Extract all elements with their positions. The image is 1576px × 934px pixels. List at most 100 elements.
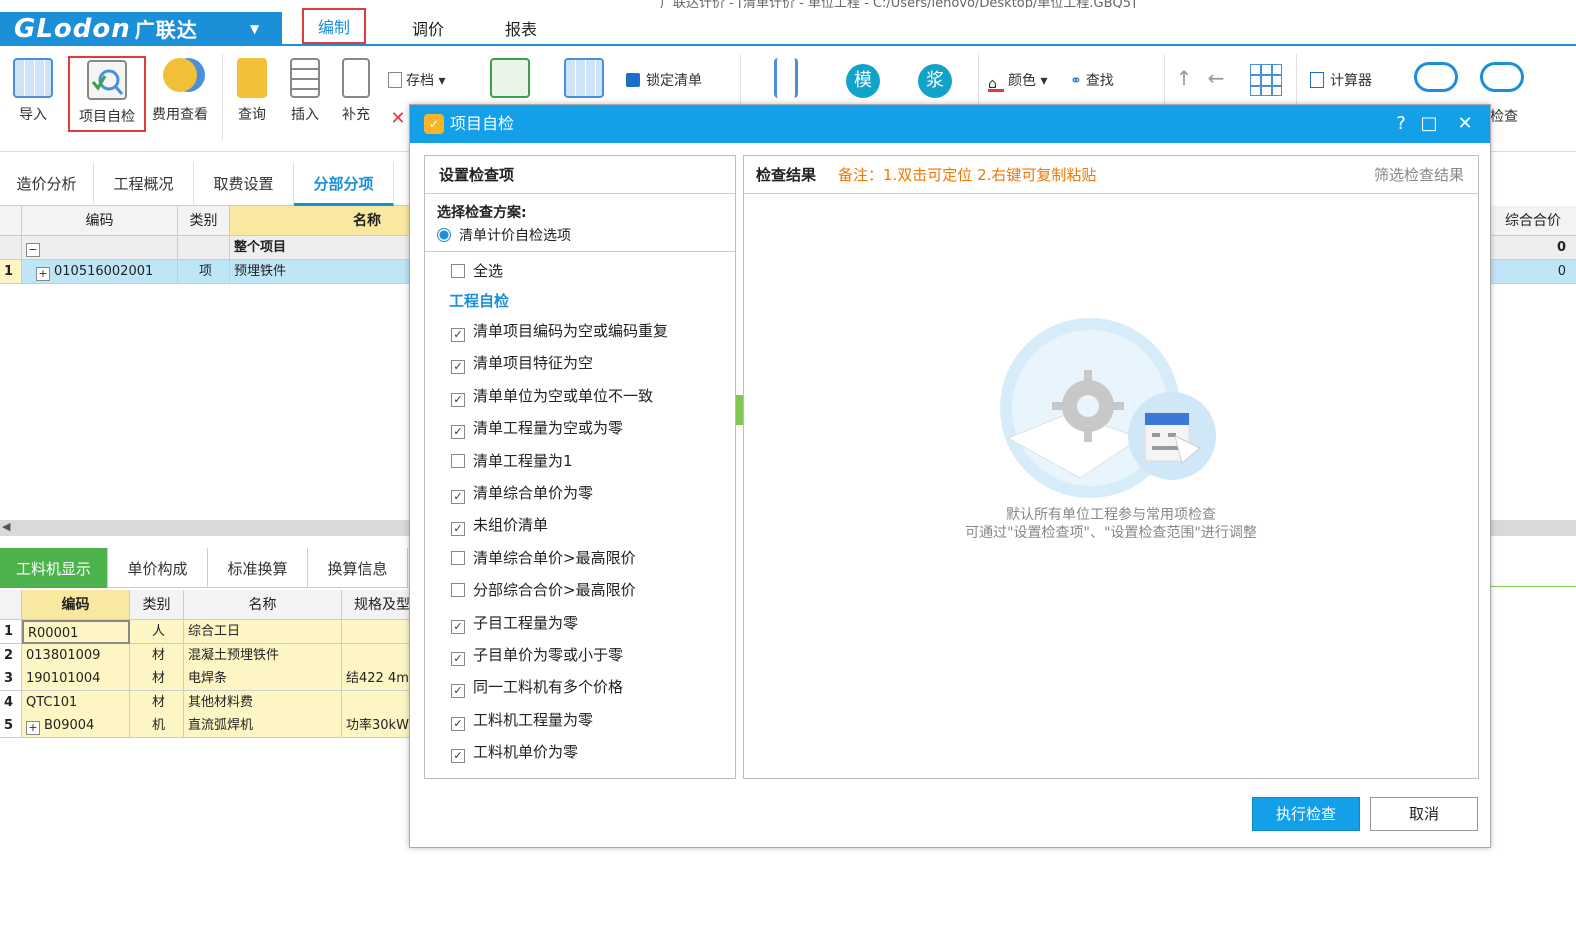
collapse-icon[interactable]: −	[26, 243, 40, 257]
color-button[interactable]: ⌂ 颜色 ▾	[988, 70, 1064, 92]
row-name[interactable]: 预埋铁件	[230, 260, 410, 284]
cloud-upload-icon[interactable]	[1414, 62, 1458, 92]
menu-report[interactable]: 报表	[505, 14, 537, 46]
menu-price-adjust[interactable]: 调价	[412, 14, 444, 46]
sync-button[interactable]	[490, 58, 530, 104]
tab-project-overview[interactable]: 工程概况	[94, 162, 194, 206]
check-item[interactable]: ✓ 子目工程量为零	[451, 612, 578, 634]
mgrid-spec[interactable]: 功率30kW	[342, 714, 410, 739]
mgrid-name[interactable]: 其他材料费	[184, 690, 342, 715]
tab-labor-material[interactable]: 工料机显示	[0, 548, 108, 588]
logo-dropdown-icon[interactable]: ▼	[250, 12, 260, 46]
check-item[interactable]: 清单综合单价>最高限价	[451, 547, 636, 569]
move-left-icon[interactable]: ←	[1204, 66, 1228, 90]
check-item[interactable]: ✓ 清单单位为空或单位不一致	[451, 385, 653, 407]
cancel-button[interactable]: 取消	[1370, 797, 1478, 831]
import-button[interactable]: 导入	[8, 58, 58, 124]
mgrid-name[interactable]: 直流弧焊机	[184, 714, 342, 739]
tab-unit-price[interactable]: 单价构成	[108, 548, 208, 588]
check-item[interactable]: ✓ 工料机单价为零	[451, 741, 578, 764]
fee-view-button[interactable]: 费用查看	[148, 58, 212, 124]
tab-fee-settings[interactable]: 取费设置	[194, 162, 294, 206]
group-row-name[interactable]: 整个项目	[230, 236, 410, 260]
mgrid-spec[interactable]	[342, 620, 410, 644]
delete-icon[interactable]: ✕	[388, 108, 408, 129]
grid-header-code[interactable]: 编码	[22, 206, 178, 236]
jiang-icon: 浆	[926, 70, 944, 91]
mgrid-spec[interactable]: 结422 4mm	[342, 667, 410, 692]
grid-header-type[interactable]: 类别	[178, 206, 230, 236]
grid-header-name[interactable]: 名称	[230, 206, 410, 236]
check-item[interactable]: ✓ 清单工程量为空或为零	[451, 417, 623, 440]
close-icon[interactable]: ✕	[1450, 105, 1480, 143]
self-check-button[interactable]: 项目自检	[68, 56, 146, 132]
mgrid-type[interactable]: 材	[130, 643, 184, 668]
mgrid-code[interactable]: 190101004	[22, 667, 130, 692]
level-button[interactable]	[766, 58, 806, 104]
horizontal-scrollbar[interactable]: ◀	[0, 520, 410, 536]
mgrid-code[interactable]: 013801009	[22, 643, 130, 668]
menu-edit[interactable]: 编制	[302, 8, 366, 44]
check-item[interactable]: 清单工程量为1	[451, 450, 573, 472]
mgrid-type[interactable]: 材	[130, 667, 184, 692]
find-button[interactable]: ⚭ 查找	[1070, 70, 1136, 90]
grid-view-icon[interactable]	[1250, 64, 1282, 96]
expand-icon[interactable]: +	[36, 267, 50, 281]
save-button[interactable]: 存档 ▾	[388, 70, 468, 90]
cloud-check-icon[interactable]	[1480, 62, 1524, 92]
tab-cost-analysis[interactable]: 造价分析	[0, 162, 94, 206]
help-icon[interactable]: ?	[1386, 105, 1416, 143]
mgrid-header-spec[interactable]: 规格及型号	[342, 590, 410, 620]
horizontal-scrollbar-right[interactable]	[1490, 520, 1576, 536]
lock-list-button[interactable]: 锁定清单	[626, 70, 726, 90]
maximize-icon[interactable]: □	[1414, 105, 1444, 143]
check-item[interactable]: ✓ 未组价清单	[451, 514, 548, 537]
mo-button[interactable]: 模	[846, 64, 880, 98]
supplement-button[interactable]: 补充	[336, 58, 376, 124]
mgrid-name[interactable]: 综合工日	[184, 620, 342, 644]
check-item[interactable]: ✓ 清单项目编码为空或编码重复	[451, 320, 668, 342]
tab-conversion-info[interactable]: 换算信息	[308, 548, 408, 588]
move-up-icon[interactable]: ↑	[1174, 66, 1194, 90]
dialog-title-bar[interactable]: 项目自检	[410, 105, 1490, 143]
scheme-option-radio[interactable]: 清单计价自检选项	[437, 225, 571, 245]
run-check-button[interactable]: 执行检查	[1252, 797, 1360, 831]
export-button[interactable]	[564, 58, 604, 104]
mgrid-code[interactable]: + B09004	[22, 714, 130, 739]
app-logo[interactable]: GLodon 广联达 ▼	[0, 12, 282, 46]
mgrid-code[interactable]: R00001	[22, 620, 130, 644]
check-item[interactable]: 分部综合合价>最高限价	[451, 579, 636, 601]
calculator-button[interactable]: 计算器	[1310, 70, 1400, 90]
mgrid-code[interactable]: QTC101	[22, 690, 130, 715]
mgrid-name[interactable]: 电焊条	[184, 667, 342, 692]
query-button[interactable]: 查询	[232, 58, 272, 124]
grid-header-total[interactable]: 综合合价	[1490, 206, 1576, 236]
filter-results-link[interactable]: 筛选检查结果	[1374, 156, 1464, 194]
scroll-left-icon[interactable]: ◀	[2, 520, 10, 533]
mgrid-header-type[interactable]: 类别	[130, 590, 184, 620]
tab-sections[interactable]: 分部分项	[294, 162, 394, 206]
mgrid-spec[interactable]	[342, 690, 410, 715]
mgrid-name[interactable]: 混凝土预埋铁件	[184, 643, 342, 668]
tab-standard-conversion[interactable]: 标准换算	[208, 548, 308, 588]
mgrid-spec[interactable]	[342, 643, 410, 668]
check-item[interactable]: ✓ 清单综合单价为零	[451, 482, 593, 504]
check-item[interactable]: ✓ 工料机工程量为零	[451, 709, 593, 731]
mgrid-type[interactable]: 机	[130, 714, 184, 739]
check-item[interactable]: ✓ 同一工料机有多个价格	[451, 676, 623, 699]
expand-icon[interactable]: +	[26, 721, 40, 736]
mgrid-header-code[interactable]: 编码	[22, 590, 130, 620]
insert-button[interactable]: 插入	[285, 58, 325, 124]
row-code[interactable]: +010516002001	[22, 260, 178, 284]
select-all-checkbox[interactable]: 全选	[451, 260, 503, 282]
cloud-check-label: 检查	[1490, 109, 1518, 125]
jiang-button[interactable]: 浆	[918, 64, 952, 98]
mgrid-type[interactable]: 材	[130, 690, 184, 715]
row-type[interactable]: 项	[178, 260, 230, 284]
panel-splitter[interactable]	[736, 395, 743, 425]
check-item[interactable]: ✓ 子目单价为零或小于零	[451, 644, 623, 666]
check-item-label: 分部综合合价>最高限价	[473, 581, 636, 600]
mgrid-type[interactable]: 人	[130, 620, 184, 644]
mgrid-header-name[interactable]: 名称	[184, 590, 342, 620]
check-item[interactable]: ✓ 清单项目特征为空	[451, 352, 593, 375]
